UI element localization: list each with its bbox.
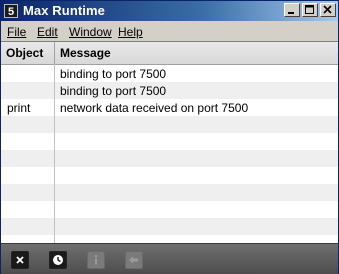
table-row[interactable] [1,184,338,201]
column-divider [54,64,55,243]
menu-help-label: Help [118,25,143,39]
close-icon [323,5,332,14]
column-header-message[interactable]: Message [60,46,111,60]
menu-edit[interactable]: Edit [37,25,58,39]
menu-bar: File Edit Window Help [1,22,338,42]
title-bar[interactable]: 5 Max Runtime [1,1,338,21]
close-button[interactable] [320,3,336,17]
back-button[interactable] [125,251,143,269]
window-title: Max Runtime [23,3,106,18]
table-row[interactable] [1,218,338,235]
table-row[interactable] [1,201,338,218]
cell-message: binding to port 7500 [60,67,167,81]
clock-icon [53,255,63,265]
table-row[interactable] [1,133,338,150]
cell-object: print [7,101,31,115]
table-row[interactable] [1,150,338,167]
header-divider[interactable] [54,42,55,64]
timestamp-button[interactable] [49,251,67,269]
info-icon [95,255,97,265]
table-row[interactable]: print network data received on port 7500 [1,99,338,116]
minimize-button[interactable] [284,3,300,17]
info-button[interactable] [87,251,105,269]
menu-help[interactable]: Help [118,25,143,39]
table-header: Object Message [1,42,338,65]
menu-window-label: Window [69,25,112,39]
menu-window[interactable]: Window [69,25,112,39]
cell-message: binding to port 7500 [60,84,167,98]
bottom-toolbar [1,243,338,274]
app-icon: 5 [4,4,18,18]
clear-button[interactable] [11,251,29,269]
table-rows: binding to port 7500 binding to port 7500… [1,65,338,243]
maximize-button[interactable] [302,3,318,17]
table-row[interactable] [1,167,338,184]
message-table: Object Message binding to port 7500 bindi… [1,42,338,243]
menu-file-label: File [7,25,27,39]
table-row[interactable] [1,235,338,243]
column-header-object[interactable]: Object [6,46,43,60]
minimize-icon [288,12,294,14]
window-controls [282,3,336,19]
table-row[interactable]: binding to port 7500 [1,65,338,82]
cell-message: network data received on port 7500 [60,101,249,115]
menu-edit-label: Edit [37,25,58,39]
maximize-icon [305,5,314,14]
table-row[interactable] [1,116,338,133]
back-arrow-icon [129,256,138,264]
menu-file[interactable]: File [7,25,26,39]
max-runtime-window: 5 Max Runtime File Edit Window Help Obje… [0,0,339,274]
clear-icon [16,256,24,264]
table-row[interactable]: binding to port 7500 [1,82,338,99]
